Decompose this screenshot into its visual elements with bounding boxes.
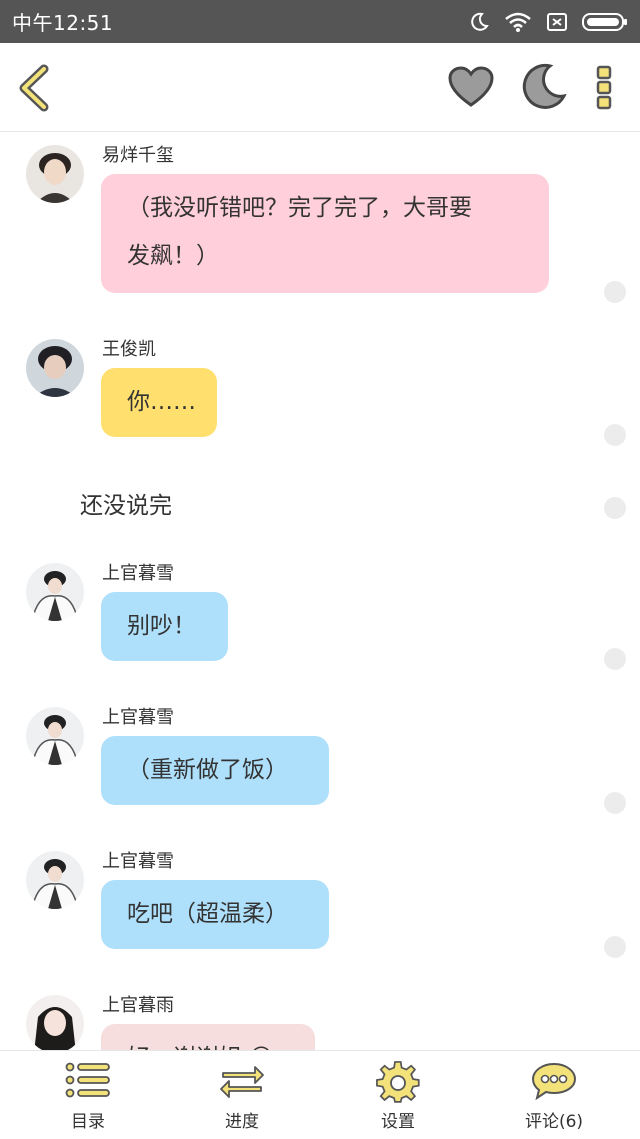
status-time: 中午12:51 [12,11,114,35]
message-text: 好，谢谢姐 😊 [127,1034,289,1050]
avatar-portrait-icon [26,339,84,397]
nav-catalog[interactable]: 目录 [28,1051,148,1139]
message-bubble[interactable]: 别吵！ [101,592,228,661]
status-bar: 中午12:51 [0,0,640,43]
comment-dot-button[interactable] [604,792,626,814]
message-text: 你…… [127,389,196,415]
avatar-portrait-icon [26,995,84,1050]
avatar[interactable] [26,339,84,397]
comment-dot-button[interactable] [604,936,626,958]
avatar-portrait-icon [26,851,84,909]
sender-name: 上官暮雨 [102,995,174,1016]
comment-dot-button[interactable] [604,648,626,670]
message-text: 别吵！ [127,613,196,639]
message-text: （重新做了饭） [127,757,288,783]
message-text: （我没听错吧？完了完了，大哥要 [127,195,472,221]
message-bubble[interactable]: 吃吧（超温柔） [101,880,329,949]
avatar-portrait-icon [26,707,84,765]
avatar[interactable] [26,563,84,621]
chat-story-list: 易烊千玺 （我没听错吧？完了完了，大哥要 发飙！） 王俊凯 你…… 还没说完 上… [0,133,640,1050]
avatar[interactable] [26,707,84,765]
message-text: 发飙！） [127,243,219,269]
nav-label: 目录 [71,1112,105,1132]
comment-dot-button[interactable] [604,424,626,446]
swap-arrows-icon [220,1066,264,1098]
reader-toolbar [0,43,640,132]
list-icon [65,1062,110,1098]
sender-name: 王俊凯 [102,339,156,360]
heart-icon [448,66,494,107]
wifi-icon [505,12,531,32]
gear-icon [376,1061,420,1103]
nav-label: 评论(6) [524,1112,584,1132]
nav-settings[interactable]: 设置 [338,1051,458,1139]
avatar[interactable] [26,995,84,1050]
comment-dot-button[interactable] [604,281,626,303]
back-button[interactable] [14,63,54,113]
no-sim-icon [547,12,567,31]
sender-name: 上官暮雪 [102,707,174,728]
bottom-nav: 目录 进度 设置 评论(6) [0,1050,640,1138]
avatar-portrait-icon [26,145,84,203]
battery-icon [582,12,627,31]
sender-name: 上官暮雪 [102,563,174,584]
favorite-button[interactable] [447,65,495,109]
nav-label: 进度 [225,1112,259,1132]
message-text: 吃吧（超温柔） [127,901,288,927]
nav-label: 设置 [381,1112,415,1132]
message-bubble[interactable]: （我没听错吧？完了完了，大哥要 发飙！） [101,174,549,293]
message-bubble[interactable]: 你…… [101,368,217,437]
more-options-button[interactable] [594,65,614,111]
nav-comments[interactable]: 评论(6) [494,1051,614,1139]
message-bubble[interactable]: 好，谢谢姐 😊 [101,1024,315,1050]
avatar[interactable] [26,145,84,203]
chevron-left-icon [19,64,49,112]
avatar-portrait-icon [26,563,84,621]
night-mode-button[interactable] [518,62,568,112]
avatar[interactable] [26,851,84,909]
nav-progress[interactable]: 进度 [182,1051,302,1139]
narration-text: 还没说完 [80,493,172,519]
moon-icon [522,63,567,109]
do-not-disturb-moon-icon [471,12,489,31]
sender-name: 上官暮雪 [102,851,174,872]
more-vertical-icon [596,65,612,110]
message-bubble[interactable]: （重新做了饭） [101,736,329,805]
sender-name: 易烊千玺 [102,145,174,166]
chat-bubble-icon [531,1062,577,1101]
comment-dot-button[interactable] [604,497,626,519]
status-icons [468,11,628,33]
